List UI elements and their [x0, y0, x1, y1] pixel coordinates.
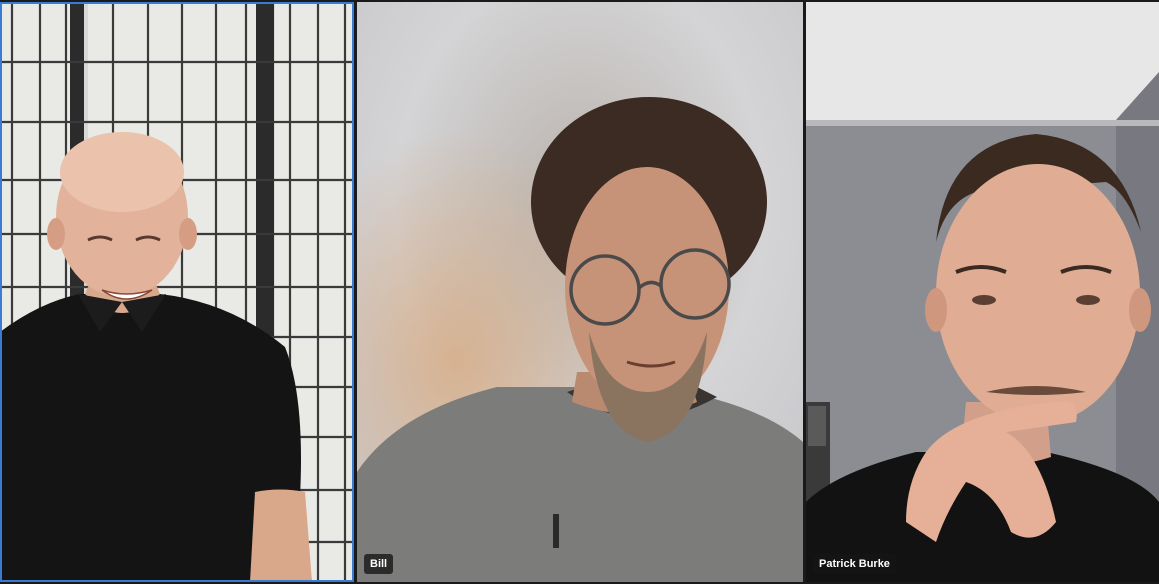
- participant-name-tag: Bill: [364, 554, 394, 574]
- participant-video-tile[interactable]: [0, 2, 354, 582]
- participant-video-feed: [0, 2, 354, 582]
- participant-video-feed: [357, 2, 803, 582]
- video-gallery: Bill Patrick Burke: [0, 0, 1159, 584]
- participant-video-feed: [806, 2, 1159, 582]
- participant-video-tile[interactable]: Patrick Burke: [806, 2, 1159, 582]
- participant-name-tag: Patrick Burke: [813, 554, 896, 574]
- participant-video-tile[interactable]: Bill: [357, 2, 803, 582]
